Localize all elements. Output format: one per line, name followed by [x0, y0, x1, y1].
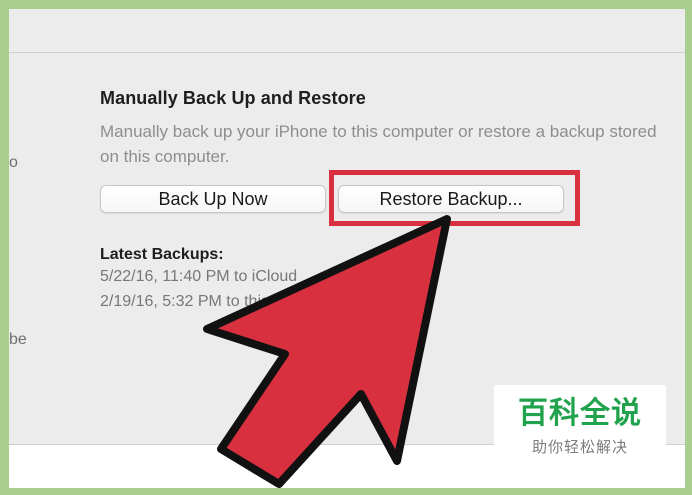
backup-entry: 5/22/16, 11:40 PM to iCloud	[100, 268, 298, 285]
watermark-title: 百科全说	[518, 397, 642, 430]
back-up-now-button[interactable]: Back Up Now	[100, 185, 326, 213]
section-heading: Manually Back Up and Restore	[100, 88, 366, 108]
backup-entry: 2/19/16, 5:32 PM to this computer	[100, 293, 341, 310]
top-divider	[9, 52, 685, 53]
cropped-left-text: be	[9, 331, 27, 348]
cropped-left-text: o	[9, 154, 18, 171]
highlight-box	[329, 170, 580, 226]
section-description: Manually back up your iPhone to this com…	[100, 122, 657, 166]
app-window: o be Manually Back Up and Restore Manual…	[9, 9, 685, 488]
latest-backups-label: Latest Backups:	[100, 246, 224, 263]
watermark-subtitle: 助你轻松解决	[531, 439, 628, 456]
watermark-logo: 百科全说 助你轻松解决	[494, 385, 666, 477]
